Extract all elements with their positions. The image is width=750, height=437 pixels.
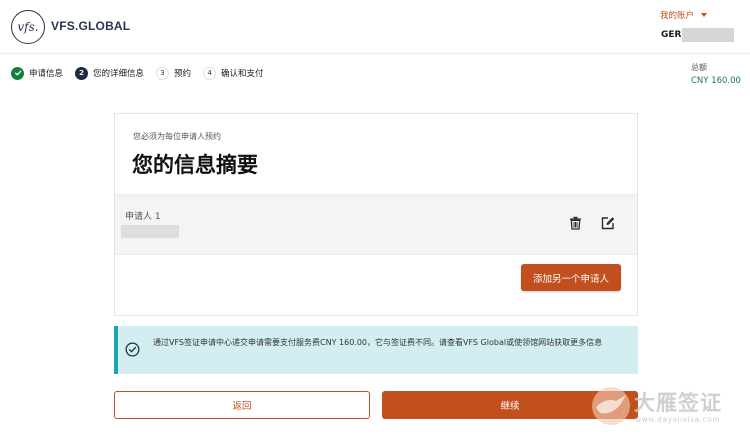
info-banner: 通过VFS签证申请中心递交申请需要支付服务费CNY 160.00，它与签证费不同… <box>114 326 638 374</box>
goose-logo-icon <box>592 387 630 425</box>
step-number: 2 <box>75 66 89 80</box>
brand-name: VFS.GLOBAL <box>51 19 131 33</box>
redacted-name <box>682 28 735 42</box>
delete-icon[interactable] <box>567 215 583 231</box>
progress-stepper: 申请信息 2 您的详细信息 3 预约 4 确认和支付 <box>11 65 276 81</box>
watermark-url: www.dayanvisa.com <box>635 415 721 424</box>
check-icon <box>11 66 24 80</box>
step-label: 预约 <box>174 69 192 79</box>
card-subtitle: 您必须为每位申请人预约 <box>133 132 221 141</box>
back-button[interactable]: 返回 <box>114 391 370 419</box>
user-name-prefix: GER <box>661 30 682 40</box>
step-confirm-pay: 4 确认和支付 <box>203 66 264 80</box>
step-application-info: 申请信息 <box>11 66 64 80</box>
add-applicant-button[interactable]: 添加另一个申请人 <box>521 264 621 291</box>
step-label: 确认和支付 <box>221 69 264 79</box>
vfs-logo-icon[interactable]: vfs. <box>11 10 45 44</box>
account-menu[interactable]: 我的账户 <box>660 9 708 21</box>
logo-glyph: vfs. <box>17 20 39 34</box>
step-number: 3 <box>156 66 170 80</box>
redacted-applicant-name <box>121 225 179 238</box>
watermark: 大雁签证 www.dayanvisa.com <box>590 385 750 427</box>
step-your-details: 2 您的详细信息 <box>75 66 145 80</box>
step-label: 申请信息 <box>29 69 64 79</box>
applicant-row: 申请人 1 <box>115 194 637 255</box>
summary-card: 您必须为每位申请人预约 您的信息摘要 申请人 1 添加另一个申请人 <box>114 113 638 316</box>
page-title: 您的信息摘要 <box>132 153 258 177</box>
info-text: 通过VFS签证申请中心递交申请需要支付服务费CNY 160.00，它与签证费不同… <box>153 338 603 347</box>
user-name: GER <box>661 28 739 42</box>
header: vfs. VFS.GLOBAL 我的账户 GER <box>0 0 750 54</box>
step-appointment: 3 预约 <box>156 66 192 80</box>
total-label: 总额 <box>691 63 707 72</box>
edit-icon[interactable] <box>600 215 616 231</box>
chevron-down-icon <box>701 13 708 17</box>
account-menu-label: 我的账户 <box>660 11 695 21</box>
watermark-text: 大雁签证 <box>634 391 722 415</box>
total-amount: CNY 160.00 <box>691 76 741 86</box>
step-number: 4 <box>203 66 217 80</box>
applicant-label: 申请人 1 <box>125 212 161 222</box>
step-label: 您的详细信息 <box>93 69 145 79</box>
check-circle-icon <box>125 342 140 357</box>
